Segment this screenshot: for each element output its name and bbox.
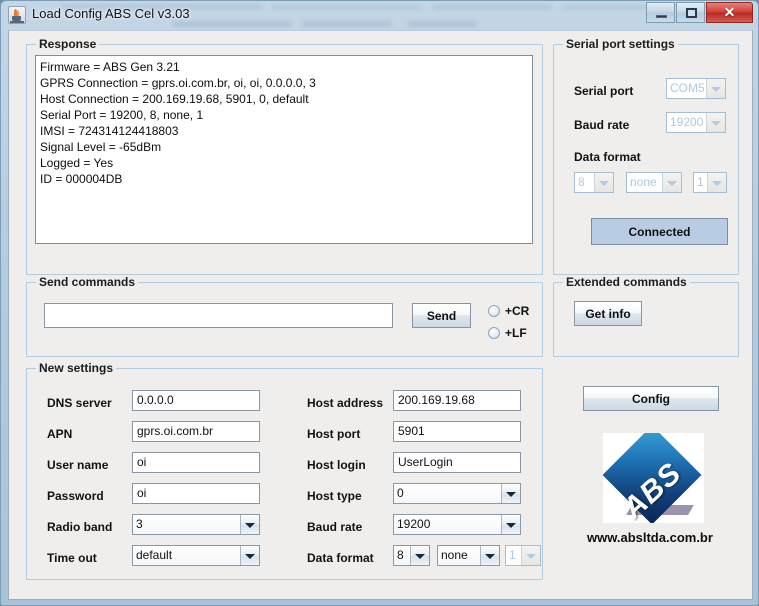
chevron-down-icon [481,546,499,565]
serial-data-bits-value: 8 [575,173,595,192]
dns-server-input[interactable]: 0.0.0.0 [132,390,260,411]
new-data-bits-value: 8 [394,546,411,565]
serial-parity-value: none [627,173,663,192]
chevron-down-icon [708,173,726,192]
new-data-bits-select[interactable]: 8 [393,545,430,566]
minimize-button[interactable] [646,2,675,23]
chevron-down-icon [502,484,520,503]
close-button[interactable]: ✕ [706,2,753,23]
serial-stop-bits-select[interactable]: 1 [693,172,727,193]
send-commands-group: Send commands Send +CR +LF [26,275,543,357]
time-out-select[interactable]: default [132,545,260,566]
time-out-label: Time out [47,551,97,565]
cr-radio-label: +CR [505,304,530,318]
send-commands-title: Send commands [36,275,139,289]
new-settings-group: New settings DNS server 0.0.0.0 APN gprs… [26,361,543,580]
password-input[interactable]: oi [132,483,260,504]
chevron-down-icon [241,546,259,565]
connect-button[interactable]: Connected [591,218,728,245]
host-baud-rate-label: Baud rate [307,520,363,534]
baud-rate-value: 19200 [667,113,707,132]
extended-commands-title: Extended commands [563,275,690,289]
host-baud-rate-value: 19200 [394,515,502,534]
abs-logo: ABS [603,433,704,523]
serial-port-label: Serial port [574,84,634,98]
serial-stop-bits-value: 1 [694,173,708,192]
response-group-title: Response [36,37,100,51]
maximize-icon [686,8,697,18]
get-info-button[interactable]: Get info [574,301,642,326]
chevron-down-icon [411,546,429,565]
apn-label: APN [47,427,73,441]
chevron-down-icon [595,173,613,192]
baud-rate-select[interactable]: 19200 [666,112,726,133]
new-parity-select[interactable]: none [437,545,500,566]
chevron-down-icon [663,173,681,192]
host-type-select[interactable]: 0 [393,483,521,504]
chevron-down-icon [707,79,725,98]
response-group: Response Firmware = ABS Gen 3.21 GPRS Co… [26,37,543,275]
dns-server-label: DNS server [47,396,112,410]
new-settings-title: New settings [36,361,117,375]
radio-dot-icon [488,305,500,317]
host-type-label: Host type [307,489,362,503]
maximize-button[interactable] [676,2,705,23]
new-stop-bits-value: 1 [506,546,522,565]
host-login-input[interactable]: UserLogin [393,452,521,473]
client-area: Response Firmware = ABS Gen 3.21 GPRS Co… [8,30,753,600]
lf-radio-label: +LF [505,326,527,340]
minimize-icon [656,15,667,18]
time-out-value: default [133,546,241,565]
host-type-value: 0 [394,484,502,503]
java-coffee-cup-icon [8,6,26,24]
serial-port-select[interactable]: COM5 [666,78,726,99]
config-button[interactable]: Config [583,386,719,411]
close-icon: ✕ [723,4,736,20]
serial-data-bits-select[interactable]: 8 [574,172,614,193]
radio-dot-icon [488,327,500,339]
new-parity-value: none [438,546,481,565]
chevron-down-icon [502,515,520,534]
command-input[interactable] [44,303,393,328]
serial-parity-select[interactable]: none [626,172,682,193]
send-button[interactable]: Send [412,303,471,328]
data-format-label: Data format [574,150,641,164]
serial-port-value: COM5 [667,79,707,98]
host-login-label: Host login [307,458,366,472]
chevron-down-icon [522,546,540,565]
host-address-input[interactable]: 200.169.19.68 [393,390,521,411]
radio-band-label: Radio band [47,520,113,534]
chevron-down-icon [707,113,725,132]
radio-band-value: 3 [133,515,241,534]
website-url: www.absltda.com.br [587,530,713,545]
host-port-input[interactable]: 5901 [393,421,521,442]
response-textarea[interactable]: Firmware = ABS Gen 3.21 GPRS Connection … [35,55,533,244]
host-port-label: Host port [307,427,361,441]
user-name-label: User name [47,458,109,472]
chevron-down-icon [241,515,259,534]
host-baud-rate-select[interactable]: 19200 [393,514,521,535]
extended-commands-group: Extended commands Get info [553,275,739,357]
title-bar[interactable]: Load Config ABS Cel v3.03 ✕ [1,1,759,30]
host-address-label: Host address [307,396,384,410]
application-window: Load Config ABS Cel v3.03 ✕ Response Fir… [0,0,759,606]
serial-port-settings-title: Serial port settings [563,37,678,51]
user-name-input[interactable]: oi [132,452,260,473]
lf-radio[interactable]: +LF [488,326,527,340]
new-data-format-label: Data format [307,551,374,565]
baud-rate-label: Baud rate [574,118,630,132]
window-title: Load Config ABS Cel v3.03 [32,6,190,21]
serial-port-settings-group: Serial port settings Serial port COM5 Ba… [553,37,739,275]
new-stop-bits-select[interactable]: 1 [505,545,541,566]
cr-radio[interactable]: +CR [488,304,529,318]
password-label: Password [47,489,104,503]
radio-band-select[interactable]: 3 [132,514,260,535]
apn-input[interactable]: gprs.oi.com.br [132,421,260,442]
